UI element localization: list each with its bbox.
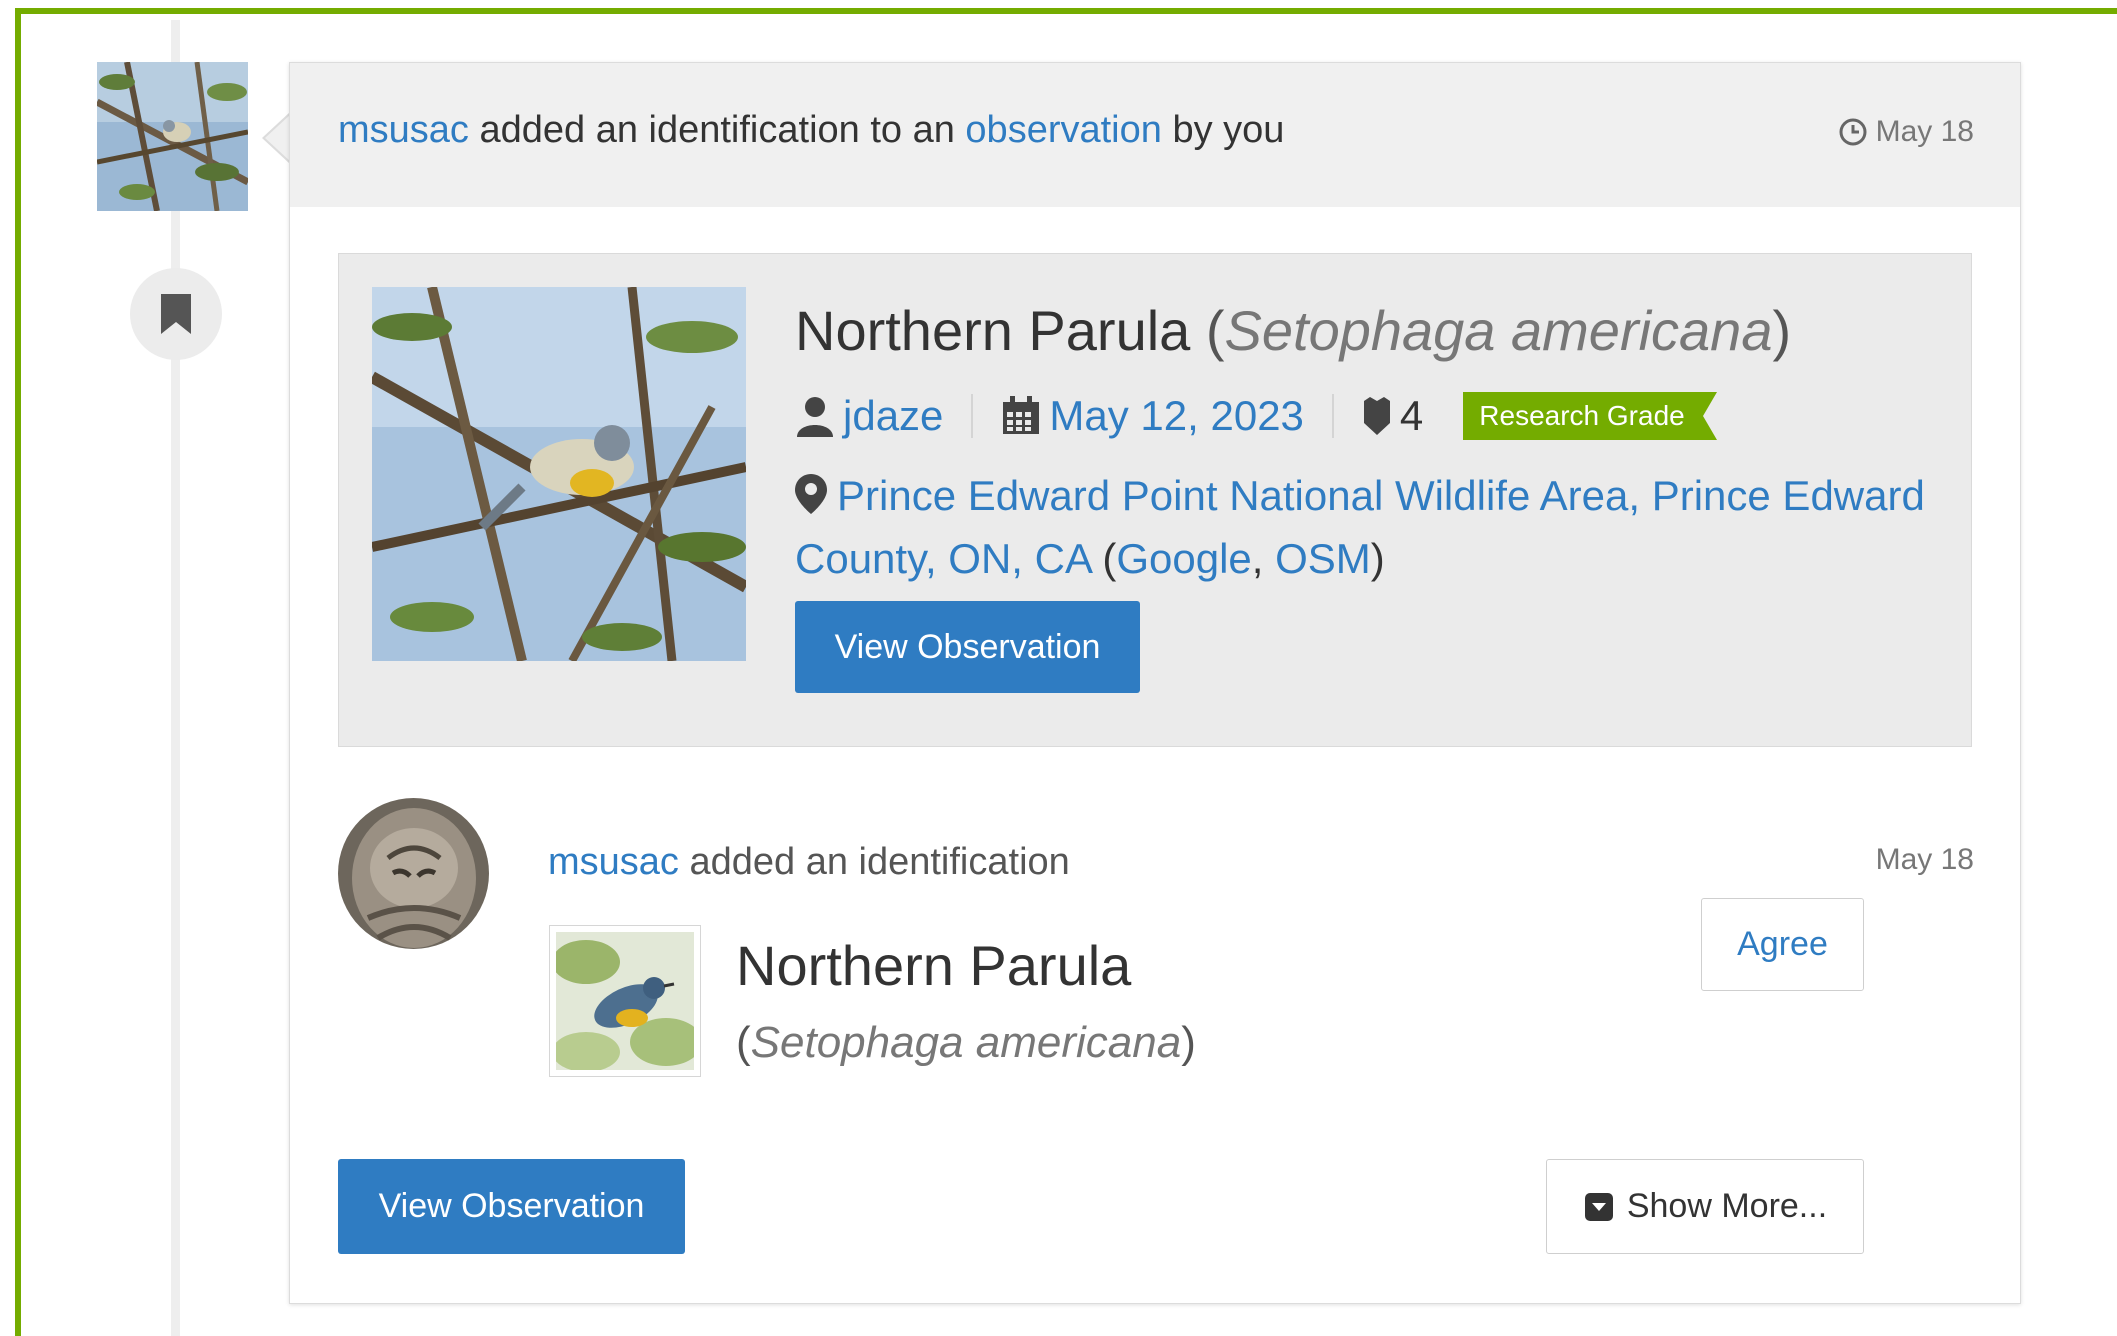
observation-scientific-wrap: (Setophaga americana) xyxy=(1205,299,1792,362)
clock-icon xyxy=(1839,118,1867,146)
timeline-line xyxy=(171,20,180,1336)
header-observation-link[interactable]: observation xyxy=(965,109,1161,151)
identifier-link[interactable]: msusac xyxy=(548,841,679,883)
identification-scientific-wrap: (Setophaga americana) xyxy=(736,1018,1196,1067)
header-date: May 18 xyxy=(1838,115,1974,149)
quality-grade-text: Research Grade xyxy=(1479,400,1685,431)
header-date-text: May 18 xyxy=(1875,115,1974,148)
id-count-item: 4 xyxy=(1362,392,1423,440)
observation-common-name: Northern Parula xyxy=(795,299,1191,362)
meta-divider xyxy=(1331,394,1334,438)
agree-button[interactable]: Agree xyxy=(1701,898,1864,991)
observation-place: Prince Edward Point National Wildlife Ar… xyxy=(795,472,1925,582)
google-map-link[interactable]: Google xyxy=(1116,535,1251,582)
observer-item: jdaze xyxy=(795,392,943,440)
identification-header: msusac added an identification xyxy=(548,841,1070,884)
observed-date-item: May 12, 2023 xyxy=(1001,392,1304,440)
observation-panel: Northern Parula (Setophaga americana) jd… xyxy=(338,253,1972,747)
quality-grade-badge: Research Grade xyxy=(1463,392,1717,440)
header-text-end: by you xyxy=(1161,109,1285,151)
identification-date: May 18 xyxy=(1875,843,1974,876)
observer-link[interactable]: jdaze xyxy=(843,392,943,440)
view-observation-button-panel[interactable]: View Observation xyxy=(795,601,1140,693)
badge-notch xyxy=(1702,392,1717,440)
taxon-photo[interactable] xyxy=(549,925,702,1077)
activity-summary: msusac added an identification to an obs… xyxy=(338,109,1284,152)
card-pointer-fill xyxy=(265,114,291,162)
observed-date-link[interactable]: May 12, 2023 xyxy=(1049,392,1304,440)
calendar-icon xyxy=(1003,396,1040,434)
observation-meta: jdaze May 12, 2023 4 Research Grade xyxy=(795,388,1717,444)
bookmark-icon xyxy=(161,294,191,334)
map-marker-icon xyxy=(795,474,827,514)
show-more-button[interactable]: Show More... xyxy=(1546,1159,1864,1254)
observation-photo[interactable] xyxy=(372,287,746,661)
observation-scientific-name: Setophaga americana xyxy=(1224,299,1773,362)
view-observation-button[interactable]: View Observation xyxy=(338,1159,685,1254)
header-text-mid: added an identification to an xyxy=(468,109,966,151)
user-avatar[interactable] xyxy=(338,798,489,949)
show-more-label: Show More... xyxy=(1626,1187,1828,1225)
header-user-link[interactable]: msusac xyxy=(338,109,469,151)
caret-square-down-icon xyxy=(1584,1192,1613,1221)
activity-header: msusac added an identification to an obs… xyxy=(290,63,2020,207)
id-count: 4 xyxy=(1399,392,1424,439)
meta-divider xyxy=(971,394,974,438)
identification-scientific-name: Setophaga americana xyxy=(750,1018,1182,1067)
identification-common-name: Northern Parula xyxy=(736,934,1132,997)
bookmark-badge xyxy=(130,268,222,360)
observation-thumbnail[interactable] xyxy=(97,62,248,211)
activity-card: msusac added an identification to an obs… xyxy=(289,62,2021,1304)
identification-badge-icon xyxy=(1363,397,1390,435)
osm-map-link[interactable]: OSM xyxy=(1275,535,1371,582)
observation-title: Northern Parula (Setophaga americana) xyxy=(795,298,1791,363)
user-icon xyxy=(797,397,833,437)
identification-action: added an identification xyxy=(678,841,1070,883)
